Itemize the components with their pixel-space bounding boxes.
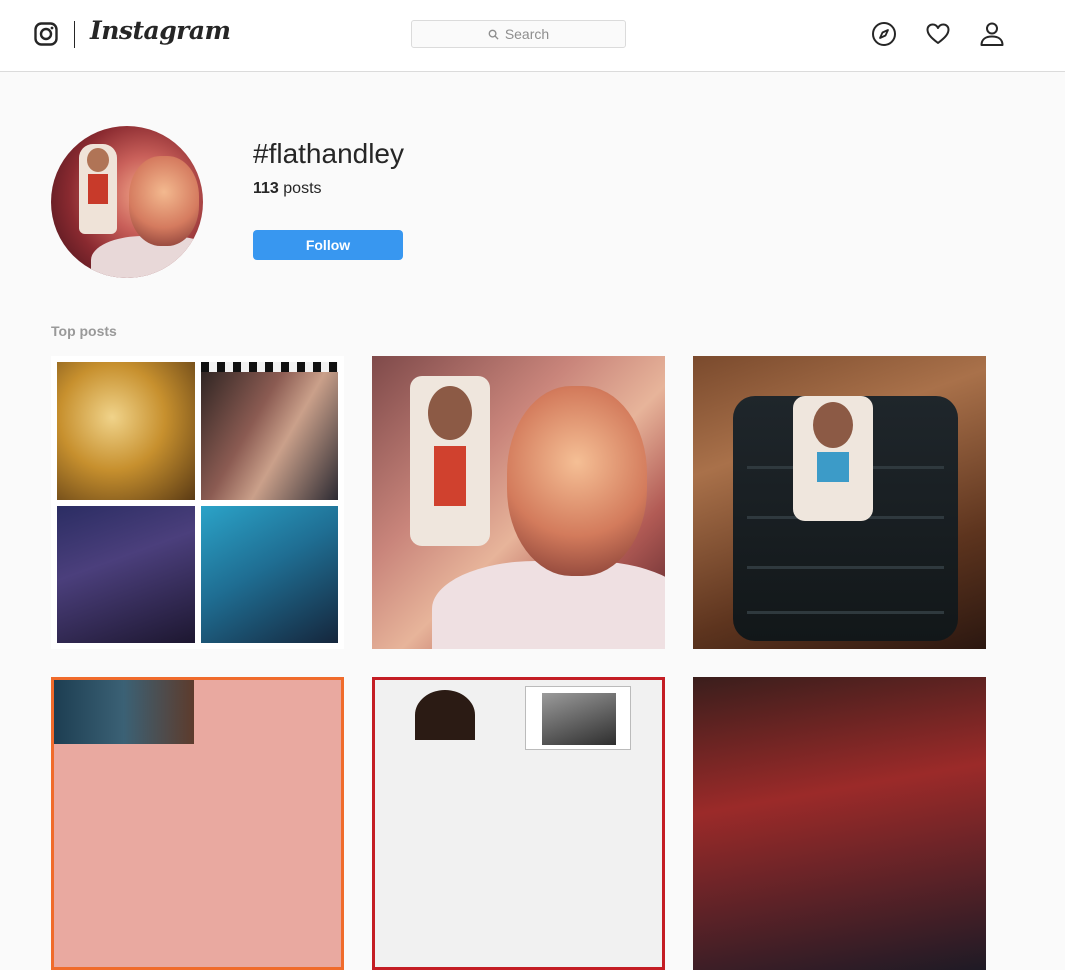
post-thumbnail[interactable]: [372, 677, 665, 970]
compass-icon[interactable]: [871, 21, 897, 47]
hashtag-avatar: [51, 126, 203, 278]
post-thumbnail[interactable]: [693, 356, 986, 649]
instagram-wordmark[interactable]: Instagram: [90, 16, 231, 45]
post-thumbnail[interactable]: [372, 356, 665, 649]
post-thumbnail[interactable]: [51, 356, 344, 649]
top-posts-label: Top posts: [51, 323, 117, 339]
post-count-number: 113: [253, 180, 279, 197]
collage-photo: [57, 506, 195, 643]
post-count-label: posts: [283, 180, 322, 197]
post-count: 113 posts: [253, 180, 322, 198]
instagram-camera-icon[interactable]: [34, 22, 58, 46]
paper-cutout-figure: [793, 396, 873, 521]
hashtag-title: #flathandley: [253, 138, 405, 169]
collage-photo: [57, 362, 195, 500]
collage-photo: [201, 362, 338, 500]
search-box[interactable]: Search: [411, 20, 626, 48]
top-navigation-bar: Instagram Search: [0, 0, 1065, 72]
logo-divider: [74, 21, 75, 48]
post-thumbnail[interactable]: [51, 677, 344, 970]
paper-cutout-figure: [410, 376, 490, 546]
heart-icon[interactable]: [925, 21, 951, 47]
selfie-face: [507, 386, 647, 576]
framed-photo: [525, 686, 631, 750]
follow-button[interactable]: Follow: [253, 230, 403, 260]
paper-cutout-figure: [79, 144, 117, 234]
post-thumbnail[interactable]: [693, 677, 986, 970]
search-placeholder[interactable]: Search: [412, 21, 625, 47]
person-icon[interactable]: [979, 21, 1005, 47]
search-icon: [488, 29, 499, 40]
collage-photo: [201, 506, 338, 643]
search-placeholder-text: Search: [504, 26, 550, 42]
